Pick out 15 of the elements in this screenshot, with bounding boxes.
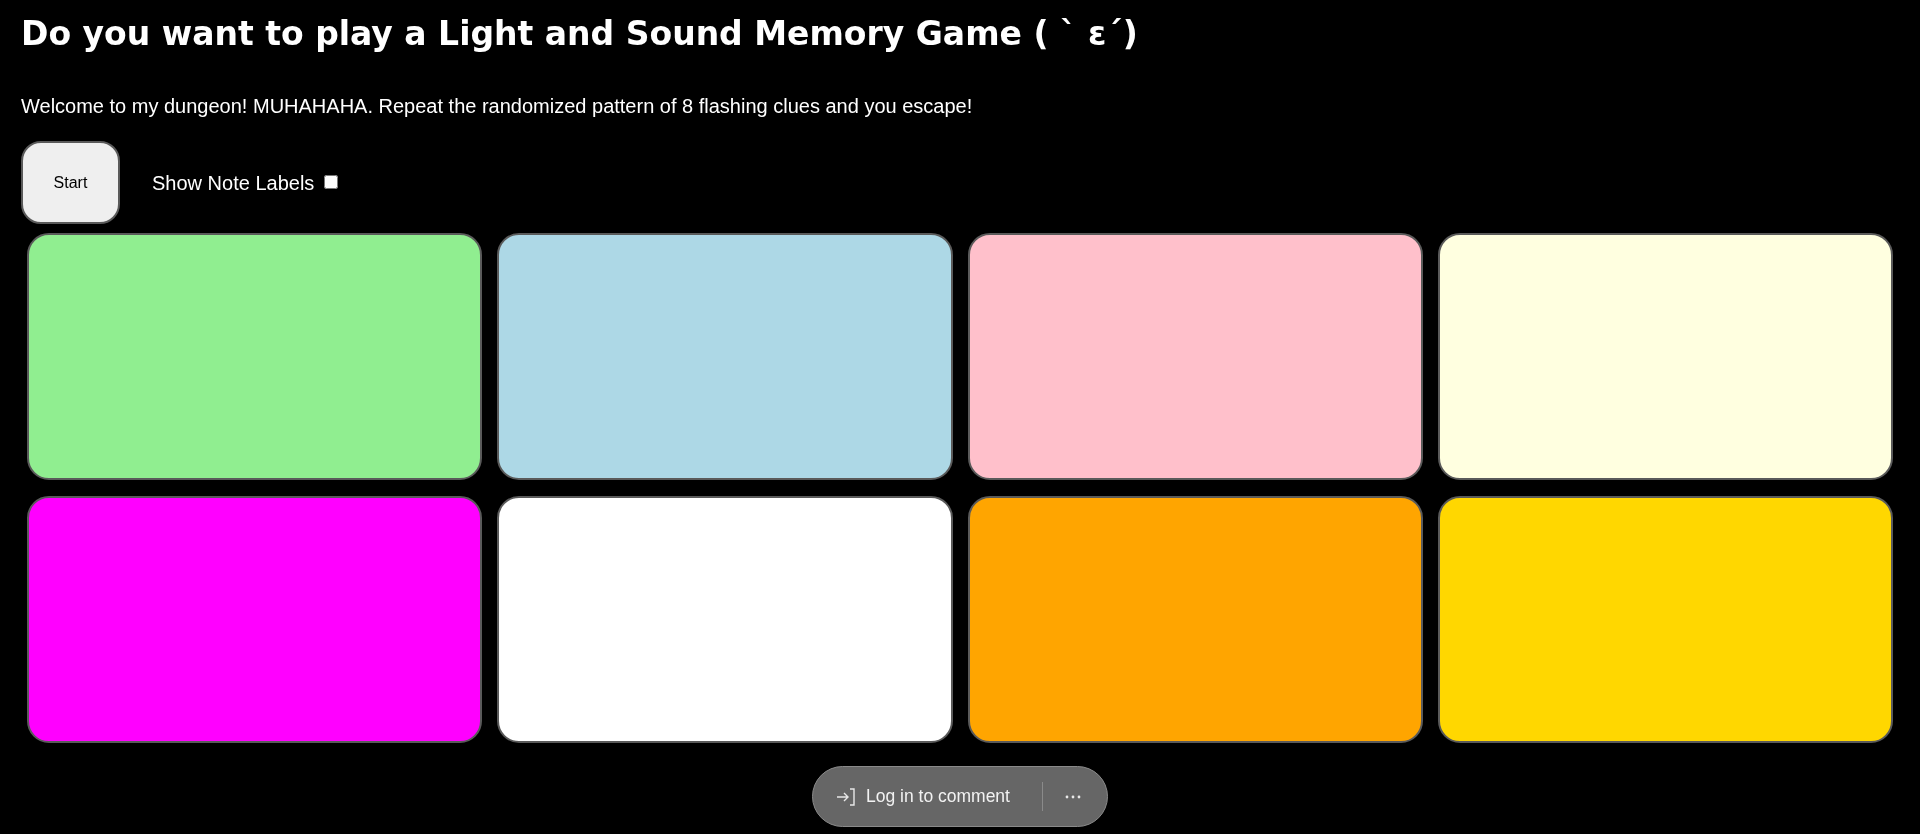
- note-labels-label: Show Note Labels: [152, 170, 315, 195]
- game-button[interactable]: [967, 496, 1423, 743]
- note-labels-checkbox[interactable]: [324, 174, 339, 189]
- sign-in-icon: [836, 786, 856, 807]
- game-button[interactable]: [1437, 496, 1893, 743]
- page-title: Do you want to play a Light and Sound Memory Game ( ` ε´): [21, 13, 1138, 55]
- game-button[interactable]: [497, 233, 953, 480]
- game-button[interactable]: [967, 233, 1423, 480]
- game-button[interactable]: [497, 496, 953, 743]
- game-button[interactable]: [1437, 233, 1893, 480]
- more-icon[interactable]: [1064, 794, 1081, 799]
- intro-text: Welcome to my dungeon! MUHAHAHA. Repeat the randomized pattern of 8 flashing clues and you escape!: [21, 94, 973, 118]
- game-button[interactable]: [27, 233, 483, 480]
- start-button[interactable]: Start: [21, 141, 120, 224]
- login-button[interactable]: Log in to comment: [836, 786, 1010, 807]
